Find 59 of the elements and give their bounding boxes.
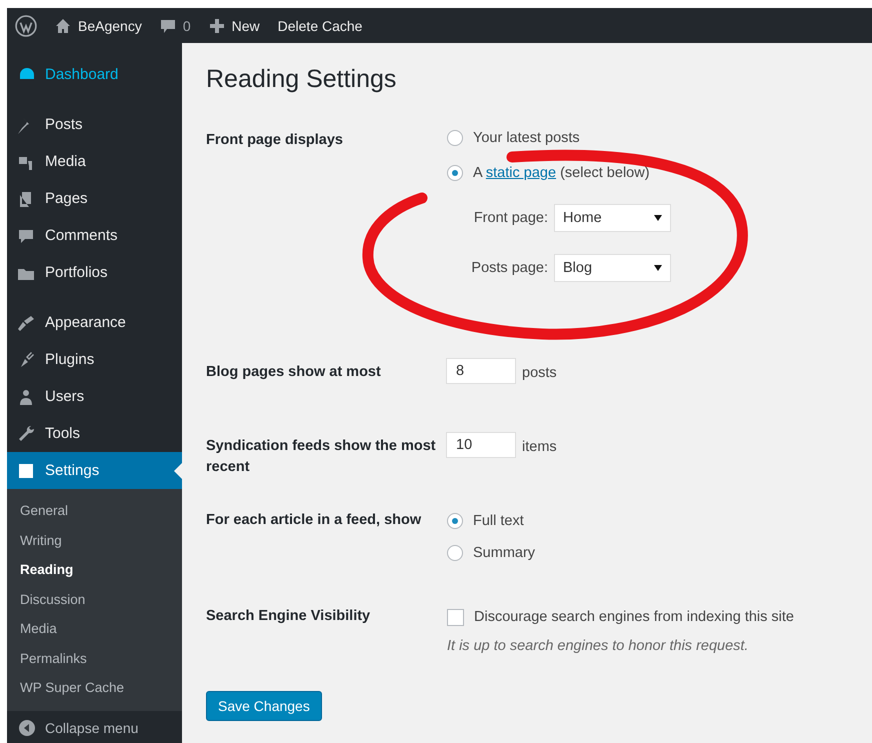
delete-cache-link[interactable]: Delete Cache [278,18,362,34]
site-link[interactable]: BeAgency [55,18,142,34]
brush-icon [17,314,35,332]
save-changes-button[interactable]: Save Changes [206,691,322,721]
page-title: Reading Settings [206,65,398,94]
unit-label: posts [522,365,557,381]
field-label: For each article in a feed, show [206,511,422,530]
submenu-item[interactable]: Permalinks [7,644,182,673]
page-dropdown[interactable]: Home [554,204,671,232]
field-label: Syndication feeds show the most recent [206,437,437,477]
number-field[interactable]: 8 [446,358,516,384]
menu-item[interactable]: Comments [7,217,182,254]
checkbox[interactable] [447,608,464,626]
option-label: Your latest posts [473,130,580,146]
submenu-item[interactable]: WP Super Cache [7,673,182,702]
caret-icon [654,265,662,271]
wrench-icon [17,424,35,442]
menu-item[interactable]: Portfolios [7,254,182,291]
radio-button[interactable] [447,130,463,146]
static-page-link[interactable]: static page [486,165,556,181]
comments-link[interactable]: 0 [160,18,191,34]
menu-item[interactable]: Plugins [7,341,182,378]
page-dropdown[interactable]: Blog [554,254,671,282]
radio-button[interactable] [447,545,463,561]
hint-text: It is up to search engines to honor this request. [447,638,750,654]
option-label: Summary [473,545,536,561]
caret-icon [654,215,662,221]
submenu-item[interactable]: Writing [7,526,182,555]
menu-item[interactable]: Dashboard [7,56,182,93]
menu-item[interactable]: Posts [7,106,182,143]
option-label: Full text [473,513,524,529]
menu-item[interactable]: Settings [7,452,182,489]
collapse-menu-button[interactable]: Collapse menu [7,710,182,736]
new-link[interactable]: New [208,18,260,34]
menu-item[interactable]: Tools [7,415,182,452]
number-field[interactable]: 10 [446,432,516,458]
radio-button[interactable] [447,165,463,181]
menu-item[interactable]: Pages [7,180,182,217]
select-label: Front page: [472,210,548,226]
plus-icon [208,18,225,34]
radio-button[interactable] [447,513,463,529]
submenu-item[interactable]: Discussion [7,584,182,614]
home-icon [55,18,71,34]
option-label: A static page (select below) [473,165,650,181]
unit-label: items [522,439,557,455]
submenu-item[interactable]: General [7,496,182,526]
field-label: Search Engine Visibility [206,607,372,626]
menu-item[interactable]: Users [7,378,182,415]
speech-bubble-icon [160,18,176,34]
menu-item[interactable]: Appearance [7,304,182,341]
select-label: Posts page: [470,260,548,276]
menu-item[interactable]: Media [7,143,182,180]
submenu-item[interactable]: Media [7,614,182,644]
user-icon [17,388,35,406]
field-label: Blog pages show at most [206,363,382,382]
field-label: Front page displays [206,131,344,150]
checkbox-label: Discourage search engines from indexing this site [474,609,794,625]
submenu-item[interactable]: Reading [7,555,182,584]
wordpress-logo-icon[interactable] [15,14,37,36]
